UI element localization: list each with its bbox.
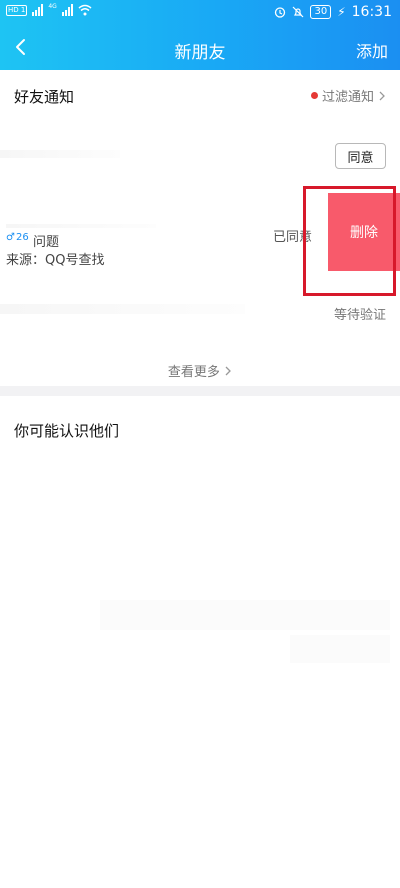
agree-button[interactable]: 同意 <box>335 143 386 169</box>
request-question: 问题 <box>33 235 60 250</box>
delete-button[interactable]: 删除 <box>328 193 400 271</box>
male-icon: ♂ <box>6 232 15 243</box>
mute-icon <box>293 6 304 18</box>
chevron-right-icon <box>225 366 231 376</box>
filter-notices-label: 过滤通知 <box>321 90 374 105</box>
loading-placeholder <box>290 635 390 663</box>
red-dot-badge <box>310 92 318 99</box>
status-right: 30 ⚡ 16:31 <box>274 4 392 20</box>
loading-placeholder <box>100 600 390 630</box>
status-bar: HD 1 4G 30 ⚡ 16:31 <box>0 0 400 28</box>
gender-age-badge: ♂ 26 <box>6 232 29 243</box>
people-you-may-know-title: 你可能认识他们 <box>14 422 120 440</box>
alarm-icon <box>275 7 286 18</box>
battery-indicator: 30 <box>310 5 332 19</box>
filter-notices-link[interactable]: 过滤通知 <box>310 86 386 105</box>
blurred-content <box>0 150 120 158</box>
hd-badge-1: HD 1 <box>6 4 28 16</box>
view-more-link[interactable]: 查看更多 <box>0 361 400 380</box>
header-bar: HD 1 4G 30 ⚡ 16:31 新朋友 添加 <box>0 0 400 70</box>
blurred-row <box>0 304 245 314</box>
view-more-label: 查看更多 <box>167 365 220 380</box>
add-friend-button[interactable]: 添加 <box>356 38 388 62</box>
friend-notices-title: 好友通知 <box>14 88 75 106</box>
chevron-right-icon <box>379 91 385 100</box>
section-divider <box>0 386 400 396</box>
signal-icon <box>32 4 44 16</box>
age-label: 26 <box>15 232 29 243</box>
waiting-verification-status: 等待验证 <box>333 308 386 323</box>
page-title: 新朋友 <box>174 43 226 63</box>
network-type-1: 4G <box>48 2 57 10</box>
charging-icon: ⚡ <box>337 5 346 19</box>
signal-icon <box>61 4 73 16</box>
agreed-status: 已同意 <box>273 230 313 245</box>
blurred-name <box>6 224 156 228</box>
status-left: HD 1 4G <box>6 2 92 16</box>
wifi-icon <box>78 4 92 16</box>
status-time: 16:31 <box>351 4 392 20</box>
request-source: 来源：QQ号查找 <box>6 253 105 268</box>
